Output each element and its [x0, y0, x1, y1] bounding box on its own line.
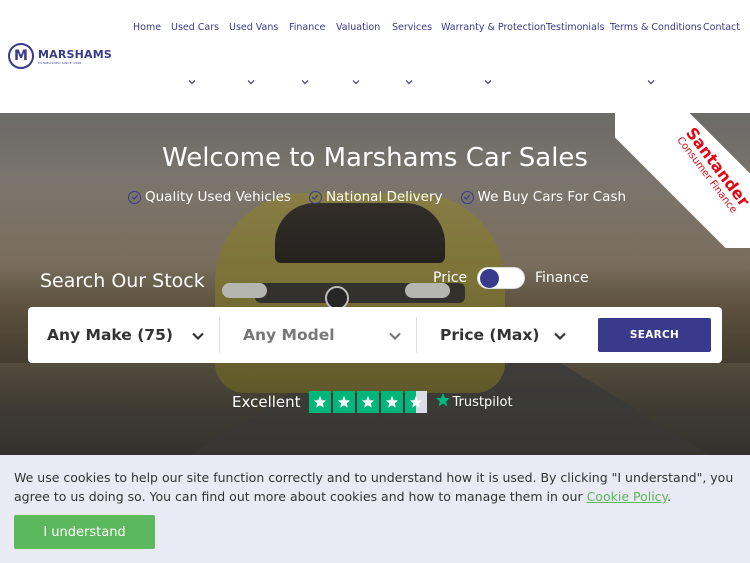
make-select-value: Any Make (75) [47, 326, 173, 344]
make-select[interactable]: Any Make (75) [28, 307, 219, 363]
model-select-value: Any Model [243, 326, 335, 344]
feature-item: Quality Used Vehicles [128, 189, 291, 205]
nav-item-valuation[interactable]: Valuation [336, 22, 380, 33]
star-icon [308, 391, 331, 413]
chevron-down-icon[interactable] [247, 78, 255, 86]
toggle-finance-label[interactable]: Finance [535, 270, 589, 286]
nav-item-used-cars[interactable]: Used Cars [171, 22, 219, 33]
trustpilot-logo: Trustpilot [435, 392, 513, 412]
chevron-down-icon[interactable] [301, 78, 309, 86]
nav-item-testimonials[interactable]: Testimonials [546, 22, 604, 33]
chevron-down-icon [388, 326, 402, 345]
star-icon [380, 391, 403, 413]
nav-item-used-vans[interactable]: Used Vans [229, 22, 278, 33]
site-header: M MARSHAMS ESTABLISHED SINCE 1998 Home U… [0, 0, 750, 113]
search-button[interactable]: SEARCH [598, 318, 711, 352]
toggle-knob [480, 269, 499, 288]
chevron-down-icon[interactable] [352, 78, 360, 86]
feature-list: Quality Used Vehicles National Delivery … [128, 189, 626, 205]
trustpilot-stars [308, 391, 427, 413]
nav-item-home[interactable]: Home [133, 22, 161, 33]
half-star-icon [404, 391, 427, 413]
nav-item-warranty[interactable]: Warranty & Protection [441, 22, 546, 33]
feature-label: We Buy Cars For Cash [477, 189, 627, 205]
feature-item: National Delivery [308, 189, 443, 205]
hero-banner: Santander Consumer Finance Welcome to Ma… [0, 113, 750, 455]
feature-label: Quality Used Vehicles [145, 189, 291, 205]
nav-item-services[interactable]: Services [392, 22, 432, 33]
toggle-price-label[interactable]: Price [433, 270, 467, 286]
trustpilot-star-icon [435, 392, 451, 412]
feature-label: National Delivery [325, 189, 443, 205]
star-icon [356, 391, 379, 413]
cookie-banner: We use cookies to help our site function… [0, 455, 750, 563]
nav-item-finance[interactable]: Finance [289, 22, 325, 33]
model-select[interactable]: Any Model [224, 307, 416, 363]
cookie-policy-link[interactable]: Cookie Policy [587, 489, 668, 504]
check-circle-icon [128, 190, 141, 204]
hero-title: Welcome to Marshams Car Sales [162, 143, 588, 173]
chevron-down-icon[interactable] [405, 78, 413, 86]
check-circle-icon [308, 190, 322, 204]
feature-item: We Buy Cars For Cash [460, 189, 627, 205]
chevron-down-icon[interactable] [647, 78, 655, 86]
star-icon [332, 391, 355, 413]
nav-item-contact[interactable]: Contact [703, 22, 740, 33]
price-select-value: Price (Max) [440, 326, 540, 344]
search-heading: Search Our Stock [40, 270, 205, 292]
price-select[interactable]: Price (Max) [421, 307, 581, 363]
santander-ribbon[interactable]: Santander Consumer Finance [615, 113, 750, 248]
chevron-down-icon [553, 326, 567, 345]
price-finance-toggle[interactable] [477, 267, 525, 289]
trustpilot-widget[interactable]: Excellent Trustpilot [232, 391, 513, 413]
chevron-down-icon[interactable] [188, 78, 196, 86]
search-form: Any Make (75) Any Model Price (Max) SEAR… [28, 307, 722, 363]
cookie-accept-button[interactable]: I understand [14, 515, 155, 549]
trustpilot-rating-label: Excellent [232, 393, 301, 411]
main-nav: Home Used Cars Used Vans Finance Valuati… [0, 0, 750, 113]
nav-item-terms[interactable]: Terms & Conditions [610, 22, 702, 33]
check-circle-icon [460, 190, 474, 204]
chevron-down-icon[interactable] [484, 78, 492, 86]
cookie-message: We use cookies to help our site function… [14, 470, 734, 504]
trustpilot-brand: Trustpilot [452, 394, 513, 410]
chevron-down-icon [191, 326, 205, 345]
